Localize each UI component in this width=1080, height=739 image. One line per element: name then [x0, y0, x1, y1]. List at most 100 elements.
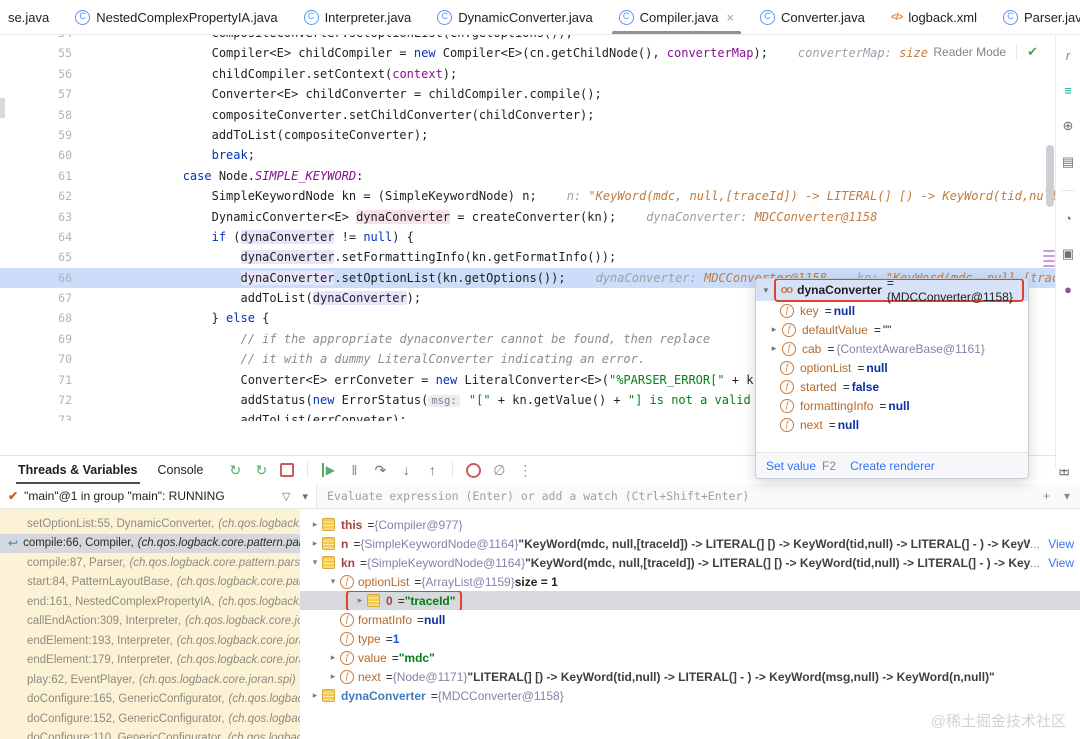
class-file-icon: C: [437, 9, 453, 25]
tab-Compiler.java[interactable]: C Compiler.java ×: [606, 0, 747, 34]
variable-row[interactable]: ▸ n = {SimpleKeywordNode@1164} "KeyWord(md…: [300, 534, 1080, 553]
database-icon[interactable]: ●: [1064, 282, 1072, 297]
variable-row[interactable]: ▸ f value = "mdc": [300, 648, 1080, 667]
variable-row[interactable]: ▸ f next = {Node@1171} "LITERAL(] [) -> Key…: [300, 667, 1080, 686]
step-into-icon[interactable]: ↓: [394, 459, 418, 481]
resume-icon[interactable]: ▶: [316, 459, 340, 481]
editor-scrollbar[interactable]: [1046, 145, 1054, 207]
tab-Converter.java[interactable]: C Converter.java: [747, 0, 878, 34]
step-over-icon[interactable]: ↷: [368, 459, 392, 481]
variable-row[interactable]: ▾ f optionList = {ArrayList@1159} size = 1: [300, 572, 1080, 591]
popup-field-row[interactable]: f optionList = null: [756, 358, 1028, 377]
frame-row[interactable]: callEndAction:309, Interpreter, (ch.qos.l…: [0, 612, 300, 632]
watermark: @稀土掘金技术社区: [930, 713, 1066, 730]
cut-hint-text[interactable]: r: [1066, 48, 1070, 63]
set-value-link[interactable]: Set value: [766, 459, 816, 473]
translate-icon[interactable]: ⊕: [1063, 118, 1074, 134]
popup-field-row[interactable]: f next = null: [756, 415, 1028, 434]
chevron-down-icon[interactable]: ▾: [308, 557, 322, 568]
debug-tab-threads-variables[interactable]: Threads & Variables: [8, 456, 148, 484]
code-line: 65 dynaConverter.setFormattingInfo(kn.ge…: [0, 247, 1056, 267]
frame-row[interactable]: endElement:193, Interpreter, (ch.qos.logb…: [0, 631, 300, 651]
evaluate-expression-bar[interactable]: Evaluate expression (Enter) or add a wat…: [317, 484, 1080, 508]
popup-field-row[interactable]: f started = false: [756, 377, 1028, 396]
variable-row[interactable]: ▸ dynaConverter = {MDCConverter@1158}: [300, 686, 1080, 705]
view-link[interactable]: View: [1048, 556, 1074, 570]
code-text: addToList(compositeConverter);: [96, 127, 429, 142]
frame-row[interactable]: doConfigure:165, GenericConfigurator, (ch…: [0, 690, 300, 710]
popup-header-row[interactable]: ▾ oo dynaConverter = {MDCConverter@1158}: [756, 279, 1028, 304]
stack-frames-list: setOptionList:55, DynamicConverter, (ch.q…: [0, 509, 300, 739]
view-link[interactable]: View: [1048, 537, 1074, 551]
tab-NestedComplexPropertyIA.java[interactable]: C NestedComplexPropertyIA.java: [62, 0, 290, 34]
tab-DynamicConverter.java[interactable]: C DynamicConverter.java: [424, 0, 605, 34]
code-text: childCompiler.setContext(context);: [96, 66, 458, 81]
inspections-ok-icon[interactable]: ✔: [1027, 42, 1038, 62]
variable-icon: [322, 537, 335, 550]
popup-field-row[interactable]: ▸ f cab = {ContextAwareBase@1161}: [756, 339, 1028, 358]
notes-icon[interactable]: ▣: [1062, 246, 1074, 262]
frame-row[interactable]: compile:87, Parser, (ch.qos.logback.core.…: [0, 553, 300, 573]
chevron-right-icon[interactable]: ▸: [353, 595, 367, 606]
rerun-debug-icon[interactable]: ↻: [249, 459, 273, 481]
more-icon[interactable]: ⋮: [513, 459, 537, 481]
structure-icon[interactable]: ▤: [1062, 154, 1074, 170]
rerun-icon[interactable]: ↻: [223, 459, 247, 481]
chevron-down-icon[interactable]: ▾: [760, 285, 772, 296]
tab-logback.xml[interactable]: </> logback.xml: [878, 0, 990, 34]
step-out-icon[interactable]: ↑: [420, 459, 444, 481]
chevron-right-icon[interactable]: ▸: [308, 690, 322, 701]
tab-Interpreter.java[interactable]: C Interpreter.java: [291, 0, 425, 34]
variable-row[interactable]: f formatInfo = null: [300, 610, 1080, 629]
mute-breakpoints-icon[interactable]: ∅: [487, 459, 511, 481]
evaluate-chevron-icon[interactable]: ▾: [1064, 489, 1070, 503]
ai-assistant-icon[interactable]: ≡: [1064, 83, 1072, 98]
inline-debug-hint: dynaConverter: MDCConverter@1158: [646, 209, 878, 224]
tab-close-icon[interactable]: ×: [726, 10, 734, 25]
variable-row[interactable]: ▸ 0 = "traceId": [300, 591, 1080, 610]
tab-label: Parser.java: [1023, 9, 1080, 25]
frame-row[interactable]: doConfigure:110, GenericConfigurator, (ch…: [0, 729, 300, 739]
frame-row[interactable]: play:62, EventPlayer, (ch.qos.logback.cor…: [0, 670, 300, 690]
chevron-right-icon[interactable]: ▸: [308, 519, 322, 530]
frame-row[interactable]: endElement:179, Interpreter, (ch.qos.logb…: [0, 651, 300, 671]
code-text: Converter<E> childConverter = childCompi…: [96, 87, 602, 102]
chevron-right-icon[interactable]: ▸: [308, 538, 322, 549]
chevron-down-icon[interactable]: ▾: [326, 576, 340, 587]
line-number: 70: [58, 352, 72, 367]
tab-Parser.java[interactable]: C Parser.java: [990, 0, 1080, 34]
chevron-right-icon[interactable]: ▸: [326, 652, 340, 663]
frame-row[interactable]: start:84, PatternLayoutBase, (ch.qos.logb…: [0, 573, 300, 593]
view-breakpoints-icon[interactable]: [461, 459, 485, 481]
frame-row[interactable]: setOptionList:55, DynamicConverter, (ch.q…: [0, 514, 300, 534]
code-text: addToList(dynaConverter);: [96, 291, 422, 306]
tab-se.java[interactable]: se.java: [0, 0, 62, 34]
frame-row[interactable]: ↩ compile:66, Compiler, (ch.qos.logback.co…: [0, 533, 300, 553]
reader-mode-widget[interactable]: Reader Mode ✔: [929, 40, 1042, 65]
chevron-right-icon[interactable]: ▸: [768, 324, 780, 335]
evaluate-placeholder: Evaluate expression (Enter) or add a wat…: [327, 489, 750, 503]
variable-name: optionList: [358, 574, 410, 589]
popup-field-row[interactable]: ▸ f defaultValue = "": [756, 320, 1028, 339]
variable-row[interactable]: ▸ this = {Compiler@977}: [300, 515, 1080, 534]
variable-row[interactable]: ▾ kn = {SimpleKeywordNode@1164} "KeyWord(m…: [300, 553, 1080, 572]
code-text: // it with a dummy LiteralConverter indi…: [240, 352, 646, 367]
stop-icon[interactable]: [275, 459, 299, 481]
variable-row[interactable]: f type = 1: [300, 629, 1080, 648]
chevron-right-icon[interactable]: ▸: [768, 343, 780, 354]
debug-tab-console[interactable]: Console: [148, 456, 214, 484]
problems-icon[interactable]: ◔: [1064, 211, 1072, 226]
pause-icon[interactable]: ‖: [342, 459, 366, 481]
chevron-right-icon[interactable]: ▸: [326, 671, 340, 682]
variable-value: = {Node@1171} "LITERAL(] [) -> KeyWord(t…: [385, 669, 995, 684]
thread-selector[interactable]: ✔ "main"@1 in group "main": RUNNING ▽ ▾: [0, 484, 317, 508]
frame-row[interactable]: doConfigure:152, GenericConfigurator, (ch…: [0, 709, 300, 729]
popup-field-row[interactable]: f formattingInfo = null: [756, 396, 1028, 415]
frame-row[interactable]: end:161, NestedComplexPropertyIA, (ch.qos…: [0, 592, 300, 612]
create-renderer-link[interactable]: Create renderer: [850, 459, 935, 473]
thread-chevron-icon[interactable]: ▾: [302, 490, 308, 503]
code-text: case Node.SIMPLE_KEYWORD:: [182, 168, 364, 183]
add-watch-icon[interactable]: +: [1043, 489, 1050, 503]
filter-funnel-icon[interactable]: ▽: [282, 490, 290, 503]
frame-package: (ch.qos.logback.c: [218, 517, 300, 530]
